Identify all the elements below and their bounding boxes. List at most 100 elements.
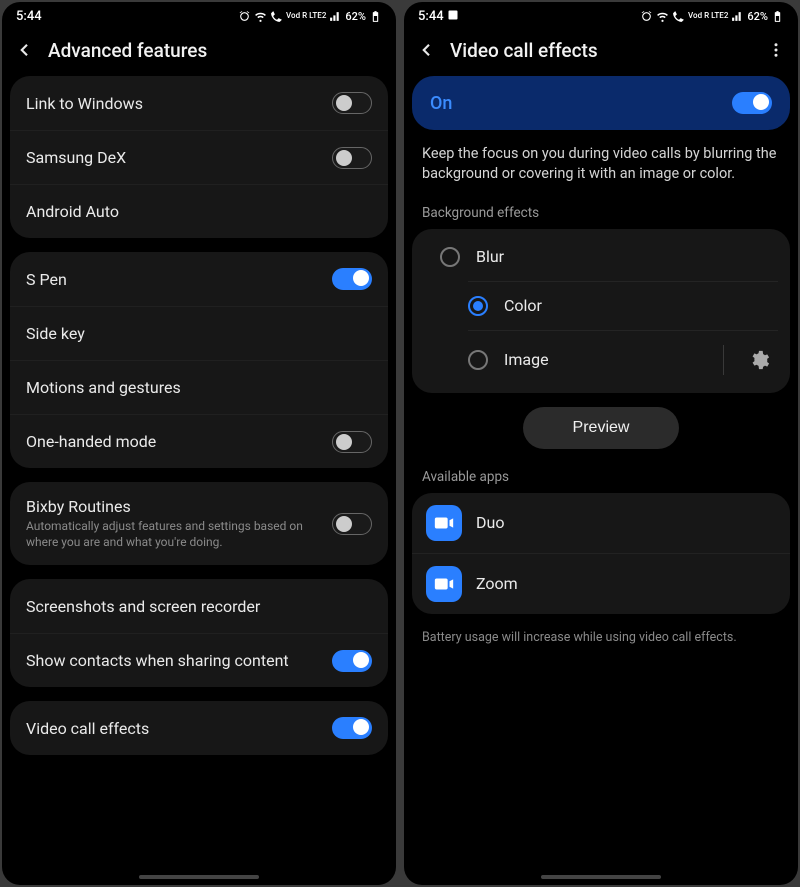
settings-row[interactable]: Motions and gestures bbox=[10, 360, 388, 414]
settings-row[interactable]: Side key bbox=[10, 306, 388, 360]
battery-percent: 62% bbox=[747, 10, 768, 23]
battery-percent: 62% bbox=[345, 10, 366, 23]
video-icon bbox=[433, 512, 455, 534]
row-label: Video call effects bbox=[26, 719, 320, 738]
battery-footnote: Battery usage will increase while using … bbox=[404, 624, 798, 665]
battery-icon bbox=[771, 10, 784, 23]
status-time: 5:44 bbox=[16, 9, 42, 24]
image-indicator-icon bbox=[447, 9, 459, 21]
radio-label: Color bbox=[504, 296, 778, 315]
background-option[interactable]: Blur bbox=[424, 233, 778, 281]
video-icon bbox=[433, 573, 455, 595]
settings-group: S Pen Side key Motions and gestures One-han… bbox=[10, 252, 388, 468]
row-label: Motions and gestures bbox=[26, 378, 372, 397]
battery-icon bbox=[369, 10, 382, 23]
background-effects-card: Blur Color Image bbox=[412, 229, 790, 393]
page-title: Video call effects bbox=[450, 39, 598, 62]
settings-row[interactable]: Bixby Routines Automatically adjust featu… bbox=[10, 482, 388, 565]
status-indicators: Vod R LTE2 62% bbox=[238, 10, 382, 23]
toggle[interactable] bbox=[332, 513, 372, 535]
settings-row[interactable]: One-handed mode bbox=[10, 414, 388, 468]
master-toggle[interactable] bbox=[732, 92, 772, 114]
toggle[interactable] bbox=[332, 147, 372, 169]
gesture-bar[interactable] bbox=[139, 875, 259, 879]
toggle[interactable] bbox=[332, 268, 372, 290]
toggle[interactable] bbox=[332, 92, 372, 114]
app-row[interactable]: Zoom bbox=[412, 553, 790, 614]
feature-description: Keep the focus on you during video calls… bbox=[404, 144, 798, 201]
status-bar: 5:44 Vod R LTE2 62% bbox=[404, 2, 798, 30]
settings-row[interactable]: Samsung DeX bbox=[10, 130, 388, 184]
row-label: One-handed mode bbox=[26, 432, 320, 451]
radio-label: Image bbox=[504, 350, 707, 369]
carrier-text: Vod R LTE2 bbox=[688, 12, 728, 20]
status-indicators: Vod R LTE2 62% bbox=[640, 10, 784, 23]
back-button[interactable] bbox=[414, 38, 438, 62]
alarm-icon bbox=[640, 10, 653, 23]
settings-row[interactable]: Screenshots and screen recorder bbox=[10, 579, 388, 633]
wifi-icon bbox=[254, 10, 267, 23]
app-icon bbox=[426, 505, 462, 541]
header: Video call effects bbox=[404, 30, 798, 76]
app-icon bbox=[426, 566, 462, 602]
row-label: Android Auto bbox=[26, 202, 372, 221]
radio-button[interactable] bbox=[468, 296, 488, 316]
preview-button[interactable]: Preview bbox=[523, 407, 680, 449]
page-title: Advanced features bbox=[48, 39, 207, 62]
radio-button[interactable] bbox=[440, 247, 460, 267]
gesture-bar[interactable] bbox=[541, 875, 661, 879]
header: Advanced features bbox=[2, 30, 396, 76]
gear-icon[interactable] bbox=[748, 349, 770, 371]
row-label: Screenshots and screen recorder bbox=[26, 597, 372, 616]
phone-icon bbox=[672, 10, 685, 23]
settings-row[interactable]: Video call effects bbox=[10, 701, 388, 755]
settings-group: Screenshots and screen recorder Show cont… bbox=[10, 579, 388, 687]
phone-advanced-features: 5:44 Vod R LTE2 62% Advanced features Li… bbox=[2, 2, 396, 885]
chevron-left-icon bbox=[15, 41, 33, 59]
available-apps-label: Available apps bbox=[404, 465, 798, 493]
settings-row[interactable]: Show contacts when sharing content bbox=[10, 633, 388, 687]
app-label: Duo bbox=[476, 513, 504, 532]
radio-label: Blur bbox=[476, 247, 778, 266]
settings-group: Video call effects bbox=[10, 701, 388, 755]
settings-row[interactable]: Link to Windows bbox=[10, 76, 388, 130]
row-label: S Pen bbox=[26, 270, 320, 289]
row-label: Show contacts when sharing content bbox=[26, 651, 320, 670]
master-toggle-label: On bbox=[430, 93, 452, 114]
settings-row[interactable]: Android Auto bbox=[10, 184, 388, 238]
settings-row[interactable]: S Pen bbox=[10, 252, 388, 306]
row-subtitle: Automatically adjust features and settin… bbox=[26, 519, 320, 550]
settings-group: Link to Windows Samsung DeX Android Auto bbox=[10, 76, 388, 238]
alarm-icon bbox=[238, 10, 251, 23]
signal-icon bbox=[329, 10, 342, 23]
settings-group: Bixby Routines Automatically adjust featu… bbox=[10, 482, 388, 565]
master-toggle-card[interactable]: On bbox=[412, 76, 790, 130]
row-label: Samsung DeX bbox=[26, 148, 320, 167]
status-time: 5:44 bbox=[418, 9, 459, 24]
background-option[interactable]: Color bbox=[468, 281, 778, 330]
background-effects-label: Background effects bbox=[404, 201, 798, 229]
toggle[interactable] bbox=[332, 431, 372, 453]
toggle[interactable] bbox=[332, 650, 372, 672]
toggle[interactable] bbox=[332, 717, 372, 739]
more-vertical-icon bbox=[767, 41, 785, 59]
back-button[interactable] bbox=[12, 38, 36, 62]
phone-icon bbox=[270, 10, 283, 23]
signal-icon bbox=[731, 10, 744, 23]
background-option[interactable]: Image bbox=[468, 330, 778, 389]
divider bbox=[723, 345, 724, 375]
wifi-icon bbox=[656, 10, 669, 23]
phone-video-call-effects: 5:44 Vod R LTE2 62% Video call effects O… bbox=[404, 2, 798, 885]
more-button[interactable] bbox=[764, 38, 788, 62]
chevron-left-icon bbox=[417, 41, 435, 59]
settings-list[interactable]: Link to Windows Samsung DeX Android Auto S … bbox=[2, 76, 396, 885]
status-bar: 5:44 Vod R LTE2 62% bbox=[2, 2, 396, 30]
app-label: Zoom bbox=[476, 574, 518, 593]
available-apps-card: Duo Zoom bbox=[412, 493, 790, 614]
row-label: Bixby Routines bbox=[26, 497, 320, 516]
radio-button[interactable] bbox=[468, 350, 488, 370]
app-row[interactable]: Duo bbox=[412, 493, 790, 553]
row-label: Side key bbox=[26, 324, 372, 343]
carrier-text: Vod R LTE2 bbox=[286, 12, 326, 20]
row-label: Link to Windows bbox=[26, 94, 320, 113]
